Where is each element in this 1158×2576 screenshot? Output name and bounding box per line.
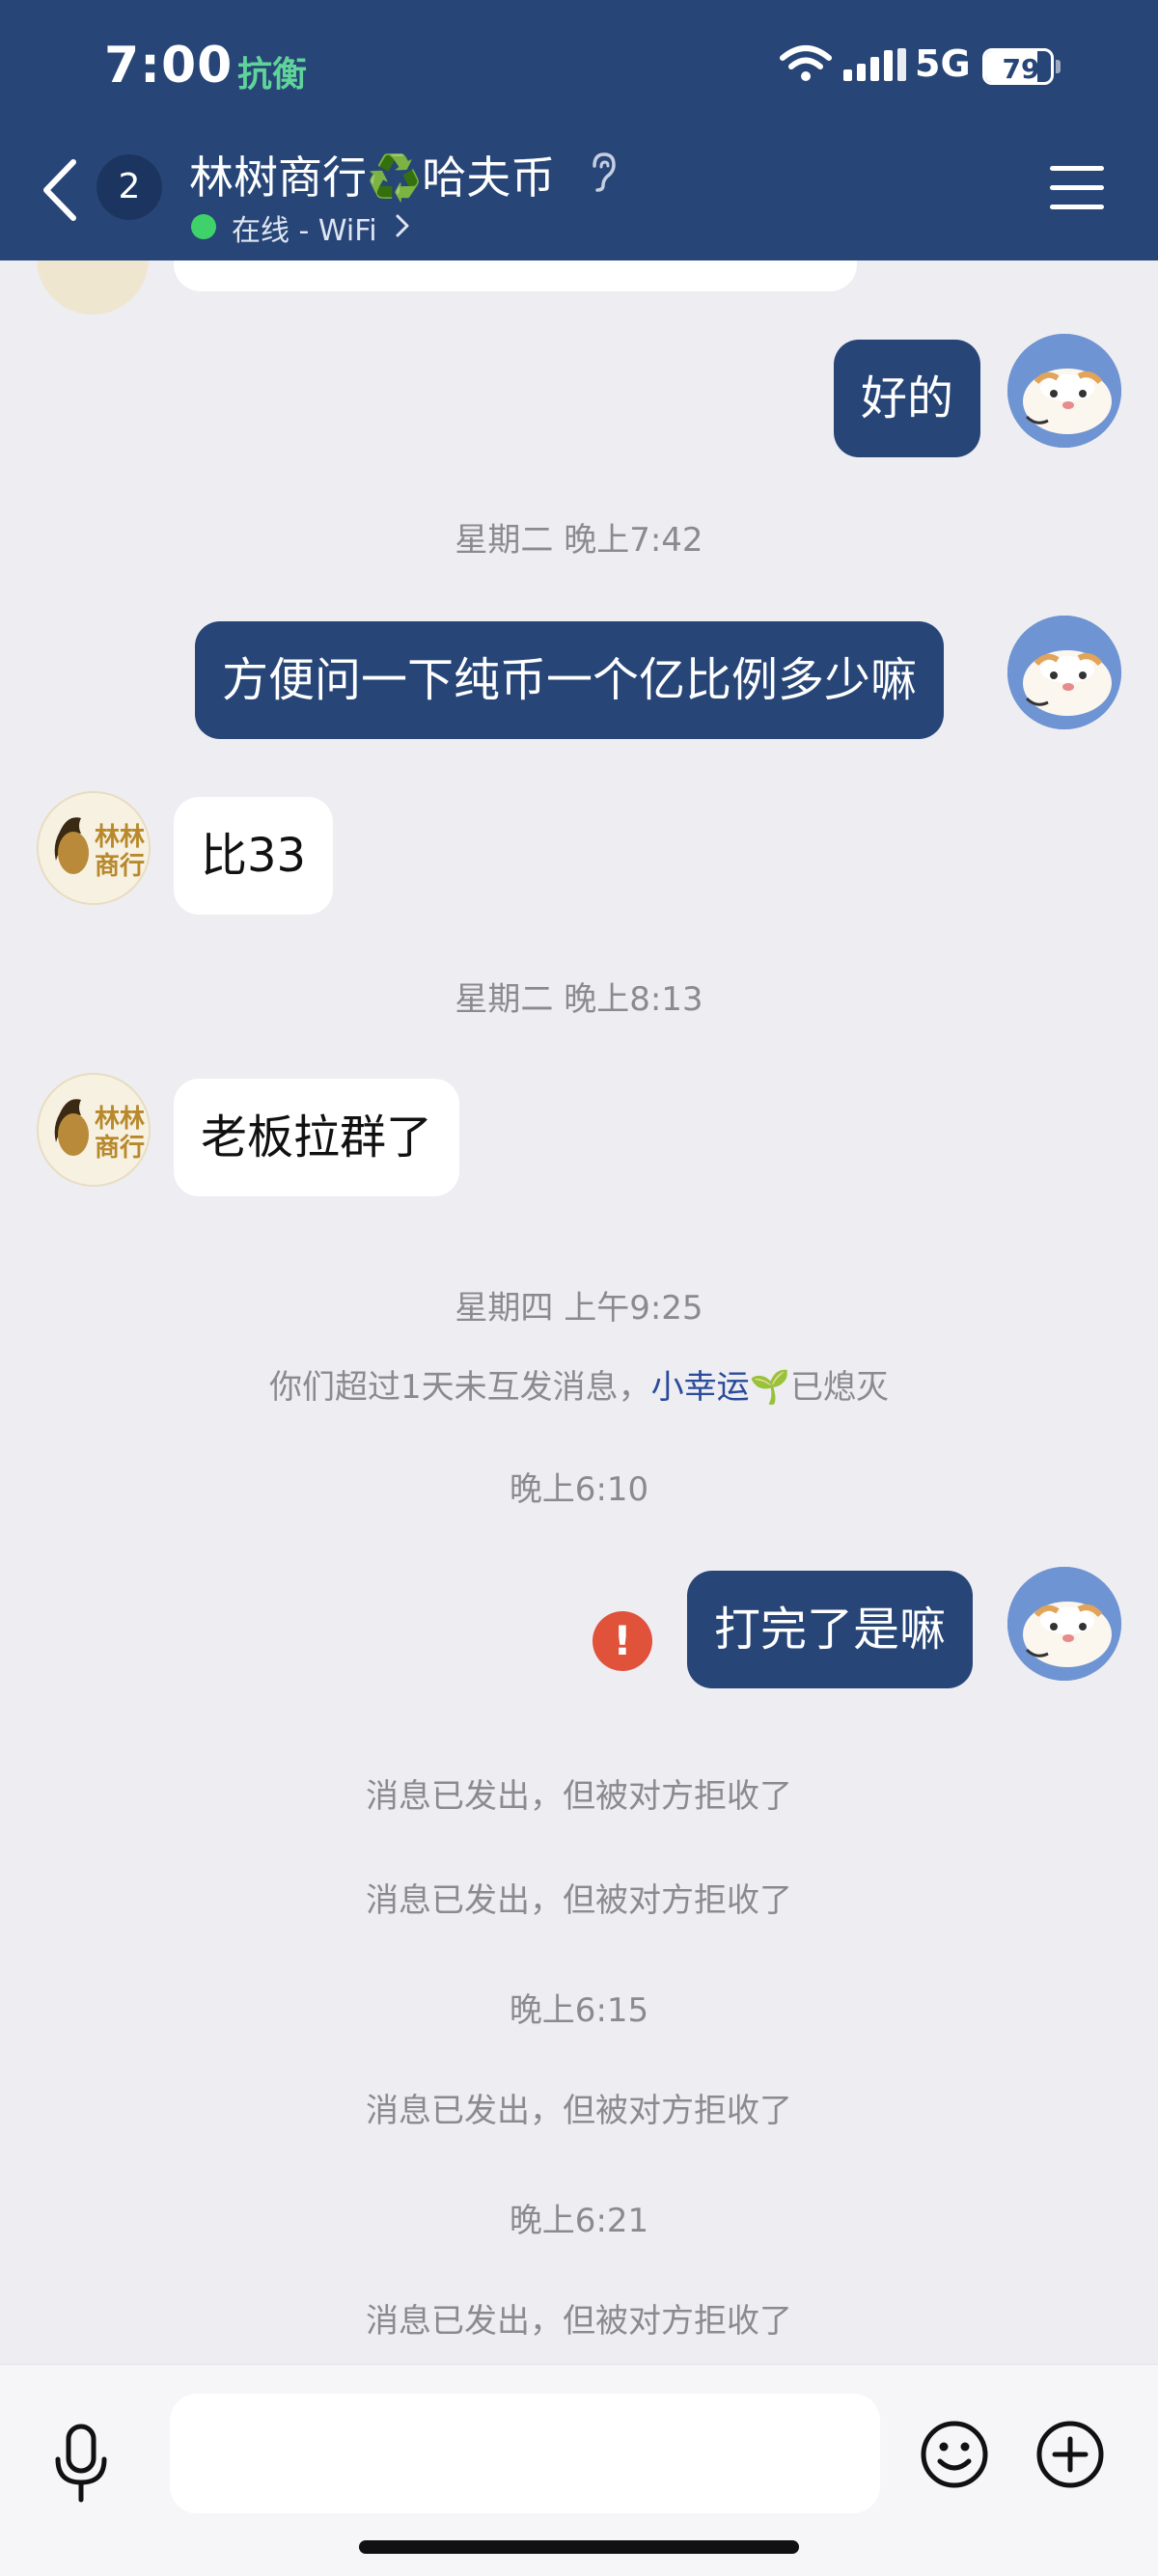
- timestamp: 星期四 上午9:25: [455, 1289, 703, 1328]
- lion-logo-icon: 林林 商行: [39, 1075, 149, 1185]
- tiger-avatar-icon: [1007, 334, 1121, 448]
- system-note: 你们超过1天未互发消息，小幸运🌱已熄灭: [0, 1360, 1158, 1408]
- my-avatar[interactable]: [1007, 334, 1121, 448]
- emoji-icon[interactable]: [919, 2419, 990, 2490]
- home-indicator[interactable]: [359, 2540, 799, 2554]
- svg-text:林林: 林林: [95, 823, 145, 852]
- back-icon[interactable]: [39, 156, 81, 224]
- message-bubble-outgoing[interactable]: 方便问一下纯币一个亿比例多少嘛: [195, 621, 945, 739]
- menu-icon[interactable]: [1050, 166, 1104, 210]
- message-bubble-incoming[interactable]: 老板拉群了: [174, 1079, 460, 1196]
- message-bubble-outgoing[interactable]: 好的: [834, 340, 981, 457]
- rejected-notice: 消息已发出，但被对方拒收了: [366, 1881, 792, 1920]
- battery-level: 79: [1002, 53, 1040, 85]
- lion-logo-icon: 林林 商行: [39, 793, 149, 903]
- timestamp: 晚上6:15: [509, 1991, 649, 2030]
- system-note-prefix: 你们超过1天未互发消息，: [269, 1368, 651, 1407]
- nickname-link[interactable]: 小幸运: [651, 1368, 750, 1407]
- microphone-icon[interactable]: [50, 2423, 112, 2504]
- chat-header: 7:00 抗衡 5G 79 2 林树商行♻️哈夫币 在线 - WiFi: [0, 0, 1158, 260]
- timestamp: 晚上6:10: [509, 1470, 649, 1509]
- tiger-avatar-icon: [1007, 616, 1121, 729]
- battery-indicator: 79: [982, 48, 1061, 85]
- title-suffix: 哈夫币: [422, 151, 556, 204]
- message-list[interactable]: 好的 星期二 晚上7:42 方便问一下纯币一个亿比例多少嘛 林林 商行 比33 …: [0, 203, 1158, 2364]
- status-time: 7:00: [104, 37, 234, 95]
- online-status-text[interactable]: 在线 - WiFi: [232, 206, 377, 249]
- rejected-notice: 消息已发出，但被对方拒收了: [366, 2092, 792, 2130]
- wifi-icon: [780, 45, 832, 81]
- plus-icon[interactable]: [1034, 2419, 1106, 2490]
- network-label: 5G: [915, 42, 971, 85]
- chat-screen: 7:00 抗衡 5G 79 2 林树商行♻️哈夫币 在线 - WiFi 好的 星…: [0, 0, 1158, 2576]
- timestamp: 晚上6:21: [509, 2202, 649, 2240]
- svg-text:商行: 商行: [95, 851, 145, 881]
- sprout-emoji: 🌱: [749, 1368, 790, 1407]
- message-bubble-outgoing[interactable]: 打完了是嘛: [687, 1571, 974, 1688]
- svg-text:商行: 商行: [95, 1133, 145, 1163]
- timestamp: 星期二 晚上8:13: [455, 980, 703, 1019]
- message-bubble-incoming[interactable]: 比33: [174, 797, 334, 915]
- input-bar: [0, 2364, 1158, 2576]
- chat-title[interactable]: 林树商行♻️哈夫币: [189, 143, 555, 206]
- unread-badge[interactable]: 2: [96, 154, 162, 220]
- timestamp: 星期二 晚上7:42: [455, 521, 703, 560]
- svg-text:林林: 林林: [95, 1105, 145, 1134]
- message-input[interactable]: [170, 2394, 880, 2513]
- online-status-dot: [191, 214, 216, 239]
- rejected-notice: 消息已发出，但被对方拒收了: [366, 2302, 792, 2341]
- chevron-right-icon[interactable]: [394, 212, 411, 239]
- contact-avatar[interactable]: 林林 商行: [37, 791, 151, 905]
- send-failed-icon[interactable]: !: [593, 1611, 652, 1671]
- rejected-notice: 消息已发出，但被对方拒收了: [366, 1777, 792, 1816]
- system-note-suffix: 已熄灭: [789, 1368, 889, 1407]
- ear-icon: [593, 152, 616, 192]
- my-avatar[interactable]: [1007, 1567, 1121, 1681]
- title-name: 林树商行: [189, 151, 367, 204]
- my-avatar[interactable]: [1007, 616, 1121, 729]
- contact-avatar[interactable]: 林林 商行: [37, 1073, 151, 1187]
- signal-icon: [843, 48, 906, 81]
- status-tag: 抗衡: [237, 55, 308, 95]
- tiger-avatar-icon: [1007, 1567, 1121, 1681]
- recycle-emoji: ♻️: [367, 151, 423, 204]
